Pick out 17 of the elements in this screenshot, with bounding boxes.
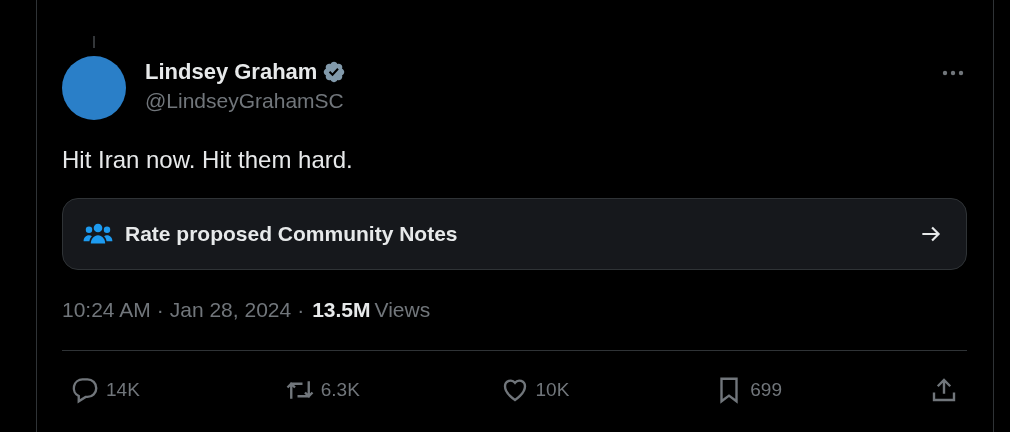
separator: · (156, 298, 164, 322)
action-count: 14K (106, 379, 140, 401)
author-handle[interactable]: @LindseyGrahamSC (145, 89, 347, 113)
community-notes-button[interactable]: Rate proposed Community Notes (62, 198, 967, 270)
speech-bubble-icon[interactable] (70, 375, 100, 405)
more-icon[interactable] (941, 70, 965, 76)
post-time[interactable]: 10:24 AM (62, 298, 151, 322)
separator: · (297, 298, 305, 322)
action-count: 10K (535, 379, 570, 401)
views-count: 13.5M (312, 298, 371, 322)
post-text: Hit Iran now. Hit them hard. (62, 146, 354, 174)
views-label: Views (374, 298, 431, 322)
action-count: 6.3K (320, 379, 360, 401)
author-name[interactable]: Lindsey Graham (145, 59, 318, 85)
post-date[interactable]: Jan 28, 2024 (169, 298, 292, 322)
people-icon (83, 222, 113, 246)
action-count: 699 (750, 379, 782, 401)
